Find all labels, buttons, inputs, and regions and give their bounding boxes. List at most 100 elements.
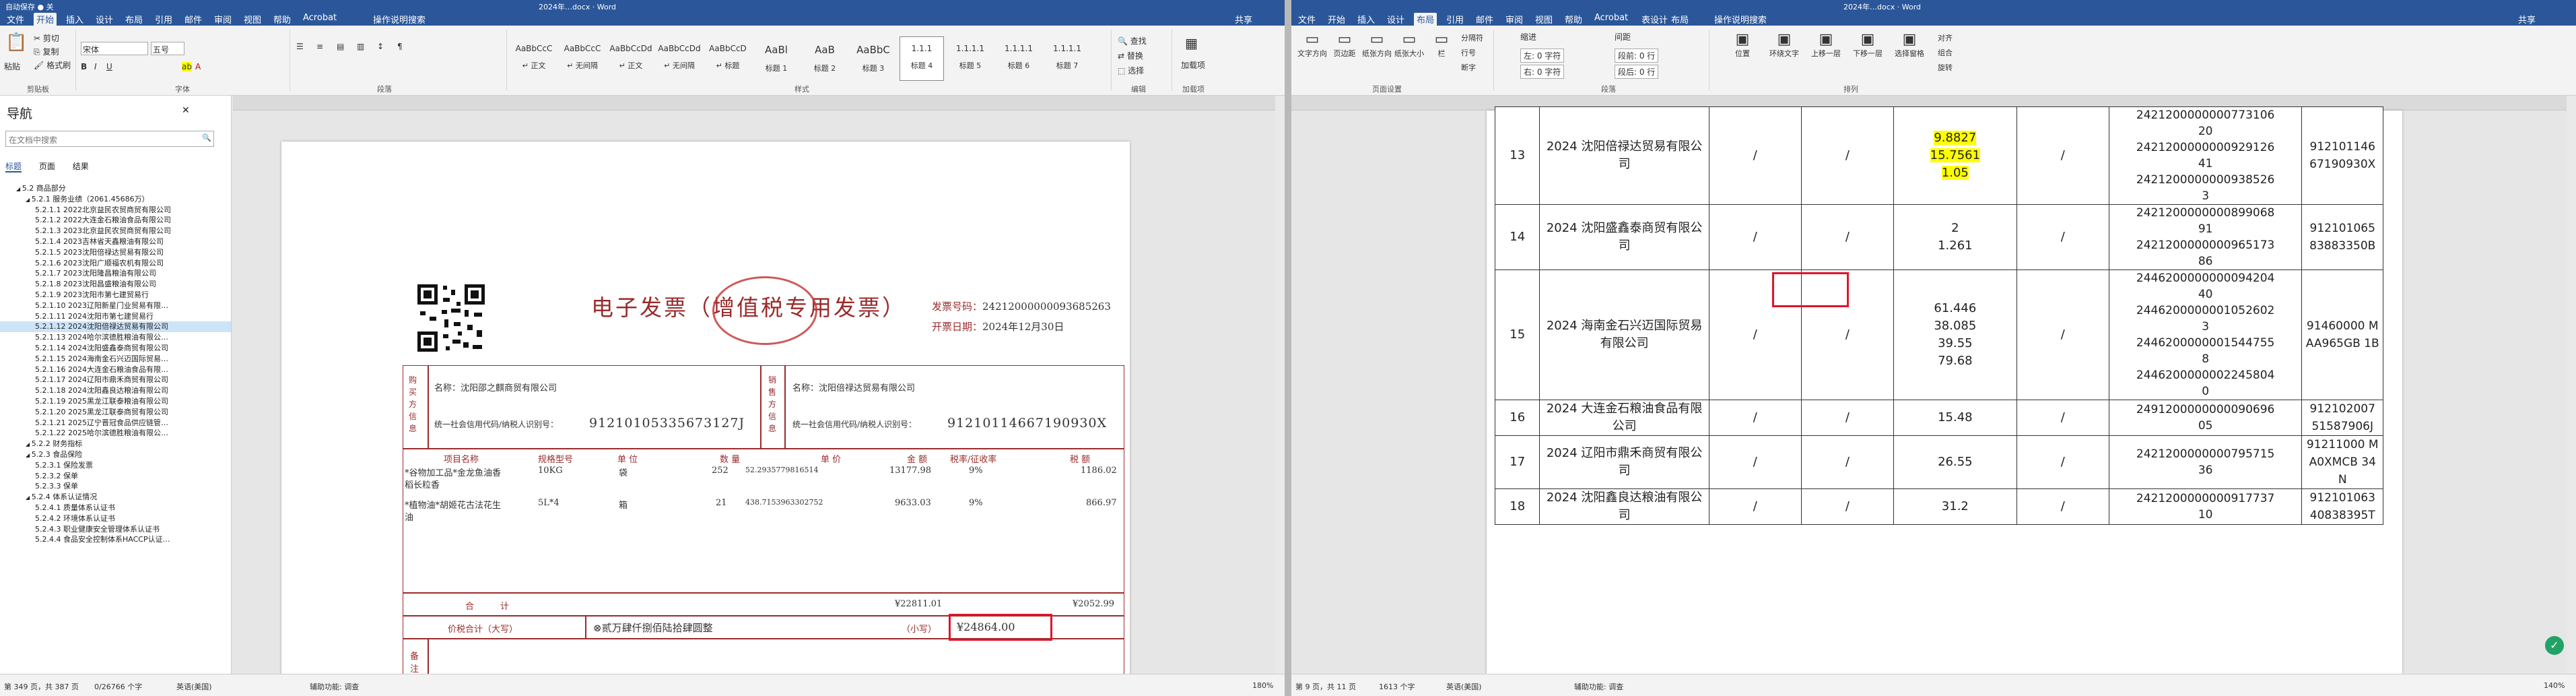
tab-8[interactable]: 视图 [1532, 13, 1555, 26]
close-icon[interactable]: ✕ [182, 105, 190, 116]
arrange-button-0[interactable]: ▣ 位置 [1722, 31, 1763, 59]
nav-item[interactable]: 5.2.1.13 2024哈尔滨德胜粮油有限公… [0, 332, 231, 343]
nav-item[interactable]: 5.2.1.9 2023沈阳市第七建贸易行 [0, 290, 231, 300]
style-7[interactable]: AaBbC 标题 3 [851, 36, 895, 81]
paste-icon[interactable]: 📋 [5, 32, 27, 53]
tab-2[interactable]: 插入 [63, 13, 86, 26]
nav-item[interactable]: 5.2.1.15 2024海南金石兴迈国际贸易… [0, 354, 231, 365]
breaks-button-0[interactable]: 分隔符 [1461, 32, 1483, 43]
nav-item[interactable]: 5.2.1.8 2023沈阳昌盛粮油有限公司 [0, 279, 231, 290]
tab-3[interactable]: 设计 [1384, 13, 1407, 26]
tell-me-search[interactable]: 操作说明搜索 [1711, 13, 1769, 26]
addins-icon[interactable]: ▦ [1185, 35, 1198, 51]
highlight-button[interactable]: ab [182, 62, 192, 71]
nav-item[interactable]: 5.2.1.2 2022大连金石粮油食品有限公司 [0, 215, 231, 226]
nav-item[interactable]: 5.2.3.1 保险发票 [0, 460, 231, 471]
accessibility[interactable]: 辅助功能: 调查 [1574, 681, 1623, 692]
replace-button[interactable]: ⇄ 替换 [1118, 50, 1143, 61]
nav-item[interactable]: ◢ 5.2.4 体系认证情况 [0, 492, 231, 503]
format-painter-button[interactable]: 🖌 格式刷 [34, 59, 71, 71]
addins-button[interactable]: 加载项 [1181, 59, 1205, 71]
zoom-level[interactable]: 180% [1252, 681, 1273, 690]
numbering-icon[interactable]: ≡ [316, 42, 323, 51]
breaks-button-2[interactable]: 断字 [1461, 62, 1476, 73]
page-count[interactable]: 第 349 页，共 387 页 [4, 681, 79, 692]
tab-7[interactable]: 审阅 [1503, 13, 1526, 26]
copy-button[interactable]: ⎘ 复制 [34, 46, 59, 57]
tab-9[interactable]: 帮助 [1562, 13, 1585, 26]
zoom-level[interactable]: 140% [2544, 681, 2565, 690]
tab-0[interactable]: 文件 [4, 13, 27, 26]
nav-item[interactable]: 5.2.1.21 2025辽宁晋冠食品供应链管… [0, 418, 231, 429]
font-name-select[interactable]: 宋体 [81, 42, 148, 55]
nav-item[interactable]: 5.2.1.11 2024沈阳市第七建贸易行 [0, 311, 231, 322]
tab-10[interactable]: Acrobat [1592, 13, 1631, 26]
style-8[interactable]: 1.1.1 标题 4 [900, 36, 944, 81]
style-0[interactable]: AaBbCcC ↵ 正文 [512, 36, 556, 81]
nav-item[interactable]: 5.2.1.22 2025哈尔滨德胜粮油有限公… [0, 428, 231, 439]
nav-tab-pages[interactable]: 页面 [39, 162, 55, 171]
vertical-scrollbar[interactable] [1275, 96, 1285, 674]
show-marks-icon[interactable]: ¶ [397, 42, 403, 51]
nav-search-input[interactable]: 在文档中搜索 [5, 131, 214, 147]
language[interactable]: 英语(美国) [176, 681, 212, 692]
page-setup-button-4[interactable]: ▭ 栏 [1426, 31, 1457, 59]
nav-item[interactable]: 5.2.4.2 环境体系认证书 [0, 513, 231, 524]
nav-tab-headings[interactable]: 标题 [5, 162, 22, 172]
vertical-scrollbar[interactable] [2567, 96, 2576, 674]
arrange-button-1[interactable]: ▣ 环绕文字 [1764, 31, 1804, 59]
tab-10[interactable]: Acrobat [300, 13, 339, 26]
nav-item[interactable]: 5.2.3.3 保单 [0, 481, 231, 492]
tab-4[interactable]: 布局 [1414, 13, 1437, 26]
nav-item[interactable]: 5.2.1.5 2023沈阳倍禄达贸易有限公司 [0, 247, 231, 258]
find-button[interactable]: 🔍 查找 [1118, 35, 1147, 46]
word-count[interactable]: 1613 个字 [1379, 681, 1415, 692]
tab-0[interactable]: 文件 [1295, 13, 1318, 26]
nav-item[interactable]: 5.2.1.7 2023沈阳隆昌粮油有限公司 [0, 268, 231, 279]
assistant-icon[interactable]: ✓ [2545, 636, 2564, 655]
font-size-select[interactable]: 五号 [151, 42, 184, 55]
tab-5[interactable]: 引用 [152, 13, 175, 26]
style-4[interactable]: AaBbCcD ↵ 标题 [706, 36, 750, 81]
nav-item[interactable]: 5.2.1.14 2024沈阳盛鑫泰商贸有限公司 [0, 343, 231, 354]
page-count[interactable]: 第 9 页，共 11 页 [1295, 681, 1356, 692]
nav-item[interactable]: 5.2.4.1 质量体系认证书 [0, 503, 231, 513]
style-10[interactable]: 1.1.1.1 标题 6 [996, 36, 1041, 81]
arrange-button-2[interactable]: ▣ 上移一层 [1806, 31, 1846, 59]
tab-9[interactable]: 帮助 [271, 13, 294, 26]
tab-1[interactable]: 开始 [34, 13, 57, 26]
sort-icon[interactable]: ↕ [377, 42, 384, 51]
nav-item[interactable]: ◢ 5.2.3 食品保险 [0, 449, 231, 460]
paste-button[interactable]: 粘贴 [4, 61, 20, 72]
tab-5[interactable]: 引用 [1444, 13, 1466, 26]
arrange-button-5[interactable]: 对齐 [1938, 32, 1953, 43]
align-left-icon[interactable]: ▤ [337, 42, 344, 51]
arrange-button-7[interactable]: 旋转 [1938, 62, 1953, 73]
font-color-button[interactable]: A [195, 62, 201, 71]
tab-2[interactable]: 插入 [1355, 13, 1378, 26]
breaks-button-1[interactable]: 行号 [1461, 47, 1476, 58]
nav-item[interactable]: 5.2.1.6 2023沈阳广顺福农机有限公司 [0, 258, 231, 269]
share-button[interactable]: 共享 [2515, 13, 2538, 26]
style-5[interactable]: AaBl 标题 1 [754, 36, 799, 81]
tab-6[interactable]: 邮件 [1473, 13, 1496, 26]
tell-me-search[interactable]: 操作说明搜索 [370, 13, 428, 26]
spacing-after-input[interactable]: 段后: 0 行 [1615, 65, 1659, 79]
nav-item[interactable]: 5.2.1.3 2023北京益民农贸商贸有限公司 [0, 226, 231, 236]
style-2[interactable]: AaBbCcDd ↵ 正文 [609, 36, 653, 81]
nav-item[interactable]: 5.2.1.12 2024沈阳倍禄达贸易有限公司 [0, 321, 231, 333]
nav-item[interactable]: ◢ 5.2.1 服务业绩（2061.45686万） [0, 194, 231, 205]
tab-6[interactable]: 邮件 [182, 13, 205, 26]
page-setup-button-1[interactable]: ▭ 页边距 [1329, 31, 1360, 59]
nav-item[interactable]: 5.2.1.16 2024大连金石粮油食品有限… [0, 365, 231, 375]
tab-3[interactable]: 设计 [93, 13, 116, 26]
arrange-button-6[interactable]: 组合 [1938, 47, 1953, 58]
bullets-icon[interactable]: ☰ [296, 42, 304, 51]
indent-right-input[interactable]: 右: 0 字符 [1520, 65, 1565, 79]
style-9[interactable]: 1.1.1.1 标题 5 [948, 36, 992, 81]
share-button[interactable]: 共享 [1232, 13, 1255, 26]
page-setup-button-2[interactable]: ▭ 纸张方向 [1361, 31, 1392, 59]
arrange-button-3[interactable]: ▣ 下移一层 [1848, 31, 1888, 59]
style-1[interactable]: AaBbCcC ↵ 无间隔 [560, 36, 605, 81]
tab-8[interactable]: 视图 [241, 13, 264, 26]
